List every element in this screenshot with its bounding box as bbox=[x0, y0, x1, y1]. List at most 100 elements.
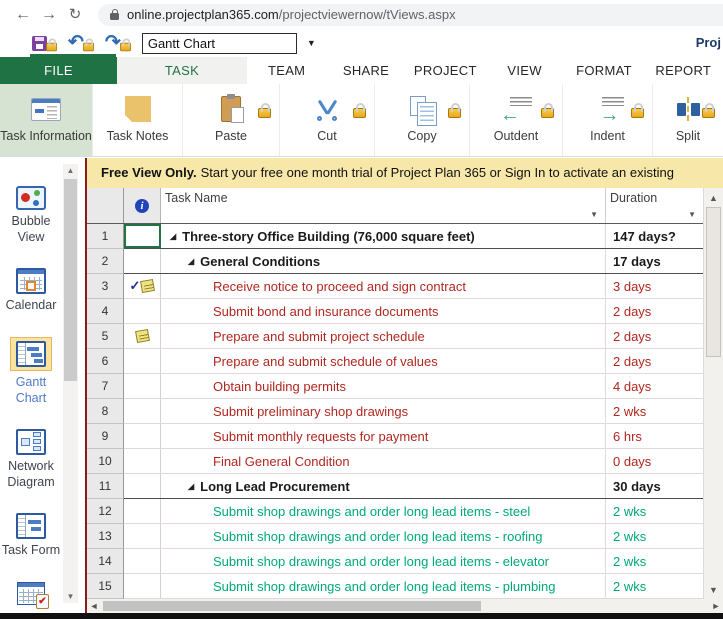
scrollbar-thumb[interactable] bbox=[64, 179, 77, 381]
row-number[interactable]: 2 bbox=[87, 249, 124, 274]
info-cell[interactable] bbox=[124, 524, 161, 548]
info-cell[interactable] bbox=[124, 324, 161, 348]
sidebar-item-task-sheet[interactable]: ✔ bbox=[17, 582, 45, 605]
tab-report[interactable]: REPORT bbox=[644, 57, 723, 84]
duration-cell[interactable]: 2 wks bbox=[606, 574, 703, 598]
duration-header[interactable]: Duration ▼ bbox=[606, 188, 703, 223]
scroll-right-icon[interactable]: ► bbox=[709, 599, 723, 613]
scroll-up-icon[interactable]: ▲ bbox=[704, 189, 723, 206]
task-name-cell[interactable]: ◢Three-story Office Building (76,000 squ… bbox=[161, 224, 606, 248]
info-cell[interactable] bbox=[124, 574, 161, 598]
table-row[interactable]: 1 ◢Three-story Office Building (76,000 sq… bbox=[87, 224, 703, 249]
tab-project[interactable]: PROJECT bbox=[406, 57, 485, 84]
row-number[interactable]: 9 bbox=[87, 424, 124, 449]
table-row[interactable]: 8 Submit preliminary shop drawings2 wks bbox=[87, 399, 703, 424]
duration-cell[interactable]: 0 days bbox=[606, 449, 703, 473]
info-cell[interactable] bbox=[124, 499, 161, 523]
duration-cell[interactable]: 2 wks bbox=[606, 399, 703, 423]
info-cell[interactable] bbox=[124, 424, 161, 448]
sidebar-item-gantt-chart[interactable]: Gantt Chart bbox=[0, 337, 62, 406]
outdent-button[interactable]: ← Outdent bbox=[470, 84, 563, 156]
reload-icon[interactable]: ↻ bbox=[62, 7, 88, 22]
task-name-cell[interactable]: Submit bond and insurance documents bbox=[161, 299, 606, 323]
tab-file[interactable]: FILE bbox=[0, 57, 117, 84]
table-row[interactable]: 13 Submit shop drawings and order long le… bbox=[87, 524, 703, 549]
info-cell[interactable] bbox=[124, 549, 161, 573]
scrollbar-thumb[interactable] bbox=[103, 601, 481, 611]
row-number[interactable]: 5 bbox=[87, 324, 124, 349]
row-number[interactable]: 11 bbox=[87, 474, 124, 499]
sidebar-item-calendar[interactable]: Calendar bbox=[6, 268, 57, 314]
row-number[interactable]: 7 bbox=[87, 374, 124, 399]
task-name-cell[interactable]: Submit shop drawings and order long lead… bbox=[161, 524, 606, 548]
cut-button[interactable]: Cut bbox=[280, 84, 375, 156]
scroll-up-icon[interactable]: ▲ bbox=[63, 164, 78, 177]
task-name-cell[interactable]: Submit shop drawings and order long lead… bbox=[161, 549, 606, 573]
task-name-cell[interactable]: Prepare and submit project schedule bbox=[161, 324, 606, 348]
copy-button[interactable]: Copy bbox=[375, 84, 470, 156]
info-cell[interactable]: ✓ bbox=[124, 274, 161, 298]
row-number[interactable]: 6 bbox=[87, 349, 124, 374]
split-button[interactable]: Split bbox=[653, 84, 723, 156]
paste-button[interactable]: Paste bbox=[183, 84, 280, 156]
task-notes-button[interactable]: Task Notes bbox=[93, 84, 183, 156]
info-cell[interactable] bbox=[124, 299, 161, 323]
forward-icon[interactable]: → bbox=[36, 7, 62, 23]
row-number[interactable]: 1 bbox=[87, 224, 124, 249]
table-row[interactable]: 2◢General Conditions17 days bbox=[87, 249, 703, 274]
table-row[interactable]: 10Final General Condition0 days bbox=[87, 449, 703, 474]
task-name-cell[interactable]: Submit shop drawings and order long lead… bbox=[161, 574, 606, 598]
back-icon[interactable]: ← bbox=[10, 7, 36, 23]
sidebar-item-task-form[interactable]: Task Form bbox=[2, 513, 60, 559]
task-name-cell[interactable]: Receive notice to proceed and sign contr… bbox=[161, 274, 606, 298]
row-number[interactable]: 3 bbox=[87, 274, 124, 299]
duration-cell[interactable]: 30 days bbox=[606, 474, 703, 498]
duration-cell[interactable]: 2 days bbox=[606, 324, 703, 348]
duration-cell[interactable]: 2 wks bbox=[606, 549, 703, 573]
tab-task[interactable]: TASK bbox=[117, 57, 247, 84]
table-row[interactable]: 15 Submit shop drawings and order long le… bbox=[87, 574, 703, 599]
table-row[interactable]: 4Submit bond and insurance documents2 da… bbox=[87, 299, 703, 324]
info-cell[interactable] bbox=[124, 224, 161, 248]
save-button[interactable] bbox=[32, 35, 58, 52]
task-name-cell[interactable]: Submit monthly requests for payment bbox=[161, 424, 606, 448]
collapse-caret-icon[interactable]: ◢ bbox=[188, 257, 194, 266]
vertical-scrollbar[interactable]: ▲ ▼ bbox=[703, 188, 723, 599]
info-cell[interactable] bbox=[124, 249, 161, 273]
duration-cell[interactable]: 4 days bbox=[606, 374, 703, 398]
duration-cell[interactable]: 3 days bbox=[606, 274, 703, 298]
row-number[interactable]: 8 bbox=[87, 399, 124, 424]
row-number[interactable]: 15 bbox=[87, 574, 124, 599]
horizontal-scrollbar[interactable]: ◄ ► bbox=[87, 599, 723, 613]
indent-button[interactable]: → Indent bbox=[563, 84, 653, 156]
task-name-header[interactable]: Task Name ▼ bbox=[161, 188, 606, 223]
tab-team[interactable]: TEAM bbox=[247, 57, 326, 84]
row-number[interactable]: 10 bbox=[87, 449, 124, 474]
duration-cell[interactable]: 2 wks bbox=[606, 499, 703, 523]
info-cell[interactable] bbox=[124, 399, 161, 423]
info-cell[interactable] bbox=[124, 349, 161, 373]
table-row[interactable]: 6Prepare and submit schedule of values2 … bbox=[87, 349, 703, 374]
task-name-cell[interactable]: ◢Long Lead Procurement bbox=[161, 474, 606, 498]
duration-cell[interactable]: 2 days bbox=[606, 299, 703, 323]
table-row[interactable]: 5 Prepare and submit project schedule2 da… bbox=[87, 324, 703, 349]
sidebar-scrollbar[interactable]: ▲ ▼ bbox=[63, 164, 78, 603]
scrollbar-thumb[interactable] bbox=[706, 207, 721, 357]
info-column-header[interactable]: i bbox=[124, 188, 161, 223]
info-cell[interactable] bbox=[124, 449, 161, 473]
collapse-caret-icon[interactable]: ◢ bbox=[188, 482, 194, 491]
duration-cell[interactable]: 6 hrs bbox=[606, 424, 703, 448]
collapse-caret-icon[interactable]: ◢ bbox=[170, 232, 176, 241]
task-information-button[interactable]: Task Information bbox=[0, 84, 93, 156]
sidebar-item-network-diagram[interactable]: Network Diagram bbox=[0, 429, 62, 490]
sidebar-item-bubble-view[interactable]: Bubble View bbox=[0, 186, 62, 245]
task-name-cell[interactable]: Submit preliminary shop drawings bbox=[161, 399, 606, 423]
table-row[interactable]: 7Obtain building permits4 days bbox=[87, 374, 703, 399]
row-number-header[interactable] bbox=[87, 188, 124, 223]
task-name-cell[interactable]: Submit shop drawings and order long lead… bbox=[161, 499, 606, 523]
view-selector-dropdown-icon[interactable]: ▼ bbox=[307, 38, 316, 48]
task-name-cell[interactable]: ◢General Conditions bbox=[161, 249, 606, 273]
view-selector-input[interactable] bbox=[142, 33, 297, 54]
address-bar[interactable]: online.projectplan365.com/projectviewern… bbox=[98, 4, 723, 26]
row-number[interactable]: 13 bbox=[87, 524, 124, 549]
